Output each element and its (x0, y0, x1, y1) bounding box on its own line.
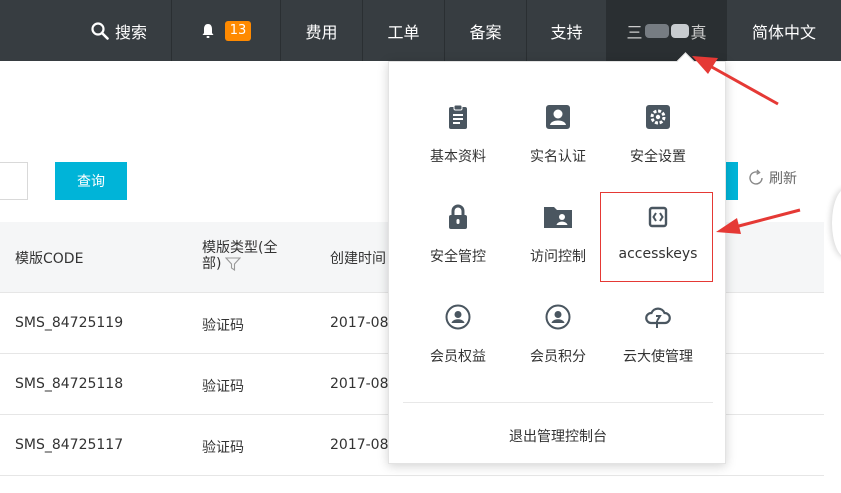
nav-fees-label: 费用 (305, 22, 338, 42)
menu-real-name-auth-label: 实名认证 (530, 149, 586, 165)
menu-cloud-ambassador[interactable]: 云大使管理 (608, 304, 708, 394)
menu-security-control[interactable]: 安全管控 (408, 204, 508, 294)
logout-console-link[interactable]: 退出管理控制台 (389, 426, 727, 446)
cell-type: 验证码 (202, 379, 244, 395)
filter-icon[interactable] (225, 257, 242, 271)
language-switch[interactable]: 简体中文 (726, 0, 841, 61)
cell-type: 验证码 (202, 318, 244, 334)
cell-created: 2017-08 (330, 376, 389, 392)
menu-member-points[interactable]: 会员积分 (508, 304, 608, 394)
cell-code: SMS_84725117 (15, 437, 124, 453)
action-button-edge[interactable] (726, 162, 738, 200)
refresh-icon (749, 169, 763, 185)
menu-basic-info-label: 基本资料 (430, 149, 486, 165)
menu-security-settings[interactable]: 安全设置 (608, 104, 708, 194)
menu-member-benefits[interactable]: 会员权益 (408, 304, 508, 394)
top-navigation-bar: 搜索 13 费用 工单 备案 支持 三 真 简体中文 (0, 0, 841, 61)
menu-basic-info[interactable]: 基本资料 (408, 104, 508, 194)
id-card-icon (546, 105, 570, 129)
menu-access-control-label: 访问控制 (530, 249, 586, 265)
menu-member-benefits-label: 会员权益 (430, 349, 486, 365)
menu-access-control[interactable]: 访问控制 (508, 204, 608, 294)
redacted-account-name-2 (670, 23, 689, 38)
nav-tickets-label: 工单 (387, 22, 420, 42)
side-panel-handle[interactable] (832, 188, 841, 258)
menu-member-points-label: 会员积分 (530, 349, 586, 365)
accesskeys-highlight-box (600, 192, 713, 282)
cloud-icon (645, 307, 671, 328)
search-label: 搜索 (114, 22, 147, 42)
menu-real-name-auth[interactable]: 实名认证 (508, 104, 608, 194)
member-points-icon (545, 304, 571, 330)
gear-icon (646, 105, 670, 129)
nav-filing-label: 备案 (469, 22, 502, 42)
cell-code: SMS_84725119 (15, 315, 124, 331)
nav-tickets[interactable]: 工单 (362, 0, 444, 61)
refresh-button[interactable]: 刷新 (746, 168, 797, 188)
header-code: 模版CODE (15, 251, 84, 267)
account-name-suffix: 真 (690, 22, 707, 42)
menu-divider (403, 402, 713, 403)
nav-filing[interactable]: 备案 (444, 0, 526, 61)
language-label: 简体中文 (751, 22, 816, 42)
cell-created: 2017-08 (330, 437, 389, 453)
nav-fees[interactable]: 费用 (280, 0, 362, 61)
notifications-nav[interactable]: 13 (171, 0, 280, 61)
search-icon (91, 21, 109, 40)
refresh-label: 刷新 (769, 171, 797, 187)
member-icon (445, 304, 471, 330)
account-name-prefix: 三 (626, 22, 643, 42)
bell-icon (202, 23, 214, 38)
cell-created: 2017-08 (330, 315, 389, 331)
lock-icon (449, 204, 467, 229)
account-menu[interactable]: 三 真 (606, 0, 726, 61)
search-input[interactable] (0, 162, 28, 200)
nav-support-label: 支持 (550, 22, 583, 42)
header-type-line1: 模版类型(全 (202, 240, 278, 256)
nav-support[interactable]: 支持 (526, 0, 606, 61)
header-created: 创建时间 (330, 251, 386, 267)
cell-type: 验证码 (202, 440, 244, 456)
search-nav[interactable]: 搜索 (67, 0, 171, 61)
menu-security-control-label: 安全管控 (430, 249, 486, 265)
notification-badge: 13 (224, 20, 252, 41)
query-button[interactable]: 查询 (55, 162, 127, 200)
cell-code: SMS_84725118 (15, 376, 124, 392)
clipboard-icon (449, 104, 467, 129)
menu-cloud-ambassador-label: 云大使管理 (623, 349, 693, 365)
header-type[interactable]: 模版类型(全 部) (202, 240, 277, 272)
redacted-account-name (644, 23, 669, 38)
folder-user-icon (544, 207, 572, 228)
header-type-line2: 部) (202, 256, 222, 272)
menu-security-settings-label: 安全设置 (630, 149, 686, 165)
